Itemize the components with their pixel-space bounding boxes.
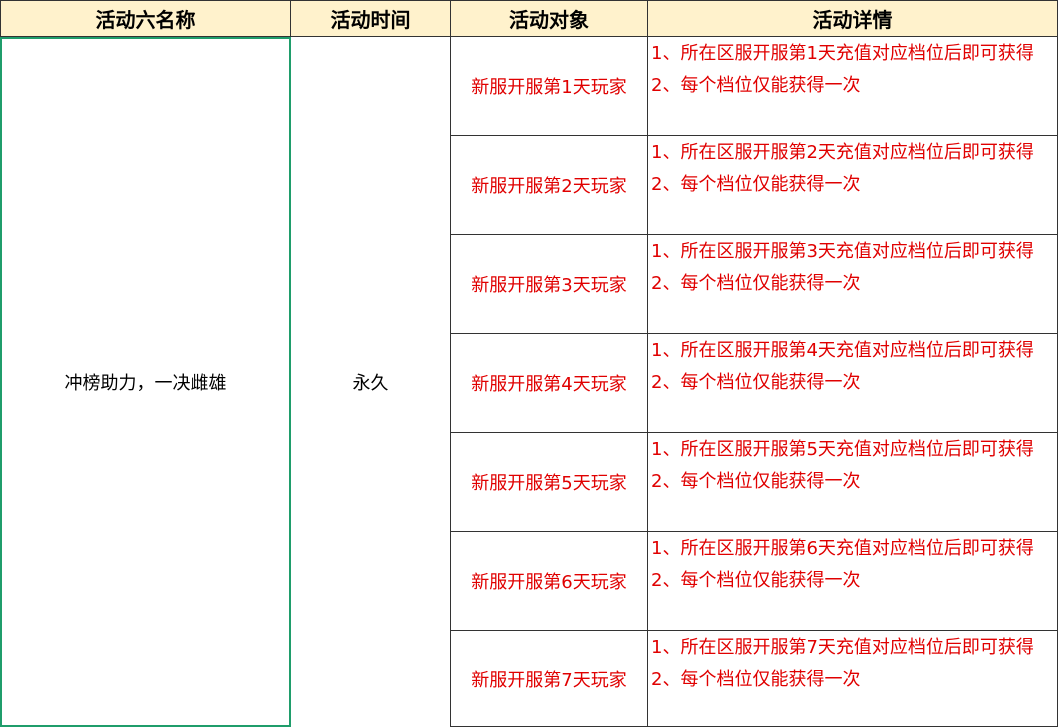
detail-cell[interactable]: 1、所在区服开服第5天充值对应档位后即可获得 2、每个档位仅能获得一次 (648, 433, 1058, 532)
target-text: 新服开服第2天玩家 (471, 176, 627, 197)
spreadsheet-table: 活动六名称 活动时间 活动对象 活动详情 冲榜助力，一决雌雄 永久 新服开服第1… (0, 0, 1058, 727)
detail-line-1: 1、所在区服开服第1天充值对应档位后即可获得 (651, 43, 1034, 64)
detail-line-1: 1、所在区服开服第2天充值对应档位后即可获得 (651, 142, 1034, 163)
header-activity-detail-label: 活动详情 (812, 8, 893, 32)
detail-line-2: 2、每个档位仅能获得一次 (651, 372, 861, 393)
header-activity-target[interactable]: 活动对象 (451, 0, 648, 37)
target-text: 新服开服第1天玩家 (471, 77, 627, 98)
target-text: 新服开服第4天玩家 (471, 374, 627, 395)
detail-cell[interactable]: 1、所在区服开服第4天充值对应档位后即可获得 2、每个档位仅能获得一次 (648, 334, 1058, 433)
target-text: 新服开服第5天玩家 (471, 473, 627, 494)
header-activity-target-label: 活动对象 (509, 8, 589, 32)
activity-name-cell[interactable]: 冲榜助力，一决雌雄 (0, 37, 291, 727)
target-text: 新服开服第6天玩家 (471, 572, 627, 593)
target-cell[interactable]: 新服开服第4天玩家 (451, 334, 648, 433)
target-cell[interactable]: 新服开服第5天玩家 (451, 433, 648, 532)
detail-cell[interactable]: 1、所在区服开服第6天充值对应档位后即可获得 2、每个档位仅能获得一次 (648, 532, 1058, 631)
detail-line-2: 2、每个档位仅能获得一次 (651, 75, 861, 96)
detail-line-1: 1、所在区服开服第3天充值对应档位后即可获得 (651, 241, 1034, 262)
target-text: 新服开服第7天玩家 (471, 669, 627, 691)
activity-time-cell[interactable]: 永久 (291, 37, 451, 727)
detail-cell[interactable]: 1、所在区服开服第3天充值对应档位后即可获得 2、每个档位仅能获得一次 (648, 235, 1058, 334)
detail-line-1: 1、所在区服开服第6天充值对应档位后即可获得 (651, 538, 1034, 559)
detail-line-2: 2、每个档位仅能获得一次 (651, 174, 861, 195)
detail-cell[interactable]: 1、所在区服开服第2天充值对应档位后即可获得 2、每个档位仅能获得一次 (648, 136, 1058, 235)
target-text: 新服开服第3天玩家 (471, 275, 627, 296)
detail-line-1: 1、所在区服开服第4天充值对应档位后即可获得 (651, 340, 1034, 361)
header-activity-detail[interactable]: 活动详情 (648, 0, 1058, 37)
target-cell[interactable]: 新服开服第7天玩家 (451, 631, 648, 727)
detail-cell[interactable]: 1、所在区服开服第7天充值对应档位后即可获得 2、每个档位仅能获得一次 (648, 631, 1058, 727)
detail-cell[interactable]: 1、所在区服开服第1天充值对应档位后即可获得 2、每个档位仅能获得一次 (648, 37, 1058, 136)
target-cell[interactable]: 新服开服第2天玩家 (451, 136, 648, 235)
detail-line-2: 2、每个档位仅能获得一次 (651, 669, 861, 690)
header-activity-name[interactable]: 活动六名称 (0, 0, 291, 37)
detail-line-2: 2、每个档位仅能获得一次 (651, 471, 861, 492)
activity-time-text: 永久 (352, 373, 389, 394)
target-cell[interactable]: 新服开服第3天玩家 (451, 235, 648, 334)
header-activity-time[interactable]: 活动时间 (291, 0, 451, 37)
detail-line-1: 1、所在区服开服第5天充值对应档位后即可获得 (651, 439, 1034, 460)
detail-line-2: 2、每个档位仅能获得一次 (651, 273, 861, 294)
target-cell[interactable]: 新服开服第1天玩家 (451, 37, 648, 136)
detail-line-2: 2、每个档位仅能获得一次 (651, 570, 861, 591)
header-activity-time-label: 活动时间 (330, 8, 411, 32)
header-activity-name-label: 活动六名称 (95, 8, 196, 32)
detail-line-1: 1、所在区服开服第7天充值对应档位后即可获得 (651, 637, 1034, 658)
target-cell[interactable]: 新服开服第6天玩家 (451, 532, 648, 631)
activity-name-text: 冲榜助力，一决雌雄 (64, 373, 227, 394)
